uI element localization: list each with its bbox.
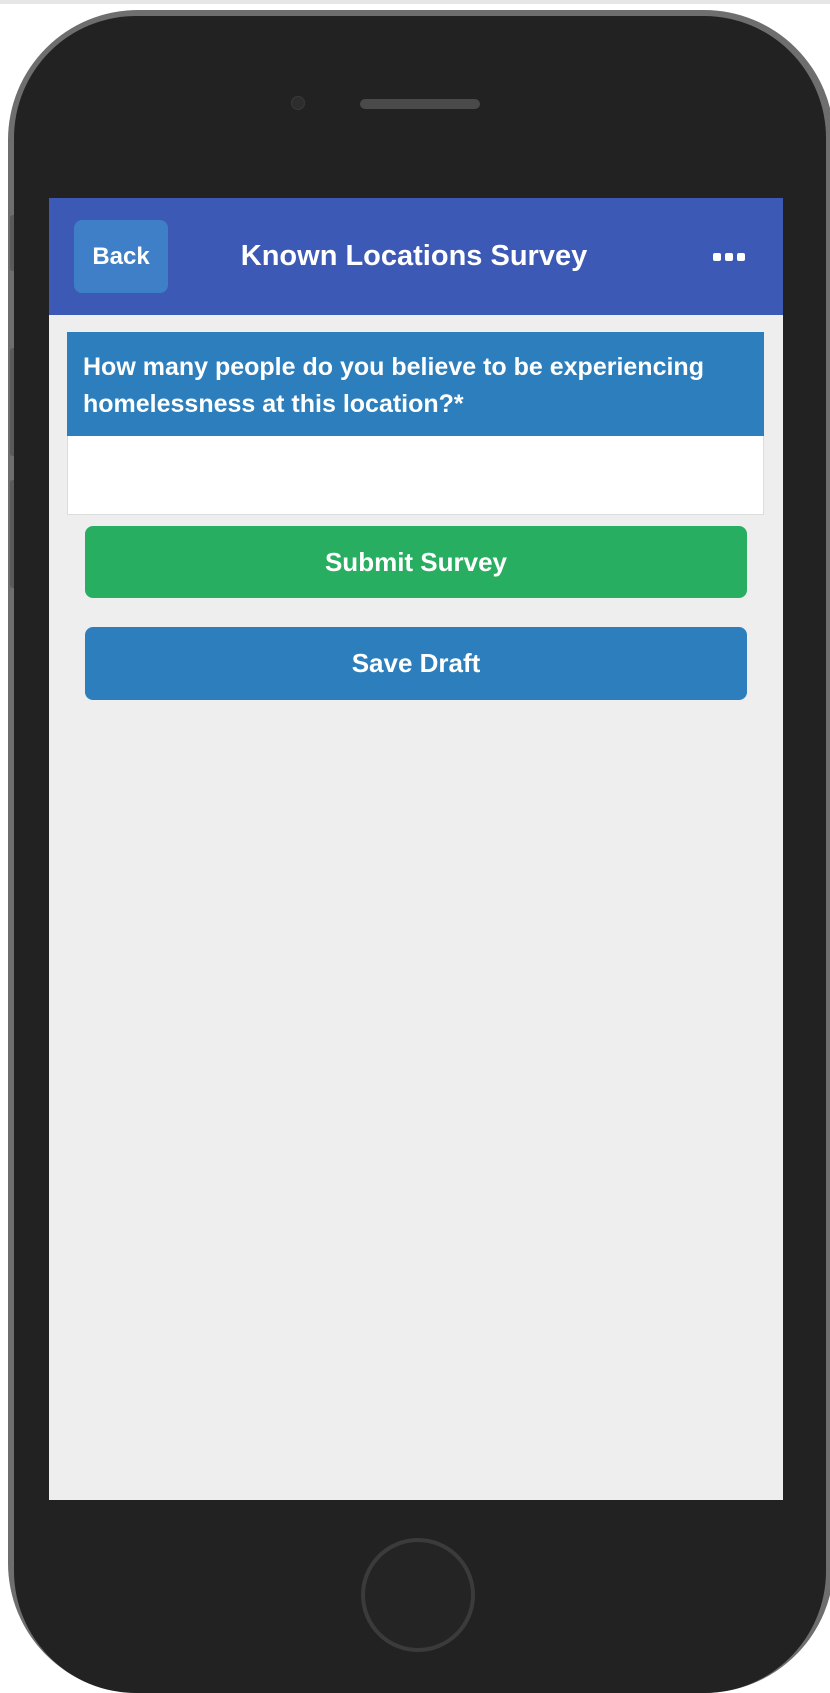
phone-screen: Back Known Locations Survey How many peo… [49, 198, 783, 1500]
page: Back Known Locations Survey How many peo… [0, 0, 830, 1693]
app-navbar: Back Known Locations Survey [49, 198, 783, 315]
browser-top-strip [0, 0, 830, 4]
answer-input[interactable] [67, 436, 764, 515]
question-card: How many people do you believe to be exp… [67, 332, 764, 515]
more-dot [725, 253, 733, 261]
home-button[interactable] [361, 1538, 475, 1652]
submit-survey-button[interactable]: Submit Survey [85, 526, 747, 598]
earpiece-speaker [360, 99, 480, 109]
front-camera-icon [291, 96, 305, 110]
more-horizontal-icon[interactable] [704, 243, 754, 271]
more-dot [737, 253, 745, 261]
save-draft-button[interactable]: Save Draft [85, 627, 747, 700]
question-label: How many people do you believe to be exp… [67, 332, 764, 436]
back-button[interactable]: Back [74, 220, 168, 293]
more-dot [713, 253, 721, 261]
page-title: Known Locations Survey [240, 240, 588, 272]
